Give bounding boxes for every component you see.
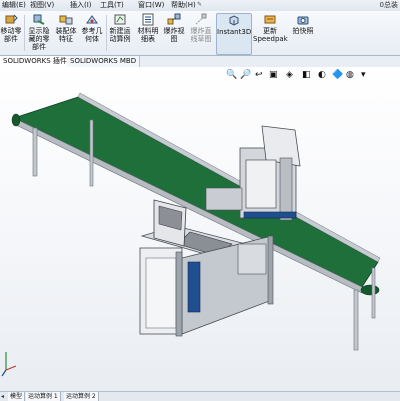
explode-line-sketch-label: 爆炸直线草图 [190, 27, 212, 43]
exploded-view-label: 爆炸视图 [163, 27, 185, 43]
exploded-view-icon [167, 13, 181, 25]
show-hidden-label: 显示隐藏的零部件 [28, 27, 50, 51]
reference-geometry-button[interactable]: 参考几何体 [80, 13, 104, 53]
first-tab-icon[interactable]: ◂ [1, 393, 4, 400]
instant3d-button[interactable]: Instant3D [216, 13, 252, 55]
new-motion-study-icon [114, 14, 126, 25]
document-title: 0总装 [379, 1, 398, 9]
assembly-features-label: 装配体特征 [55, 27, 77, 43]
instant3d-label: Instant3D [217, 28, 252, 36]
conveyor-end-roller [360, 284, 380, 296]
snapshot-button[interactable]: 拍快照 [290, 13, 316, 53]
transfer-mechanism [205, 187, 243, 211]
tab-solidworks-addins[interactable]: SOLIDWORKS 插件 [0, 56, 71, 67]
assembly-features-button[interactable]: 装配体特征 [54, 13, 78, 53]
cabinet-blue-plate [187, 261, 201, 313]
new-motion-study-label: 新建运动算例 [109, 27, 131, 43]
tab-solidworks-mbd[interactable]: SOLIDWORKS MBD [67, 56, 141, 67]
ribbon-separator [24, 15, 25, 51]
cabinet-frame-post [175, 251, 183, 337]
exploded-view-button[interactable]: 爆炸视图 [162, 13, 186, 53]
conveyor-leg [371, 267, 376, 319]
upper-station-column [279, 157, 293, 221]
menu-insert[interactable]: 插入(I) [70, 0, 92, 11]
snapshot-icon [297, 16, 309, 25]
show-hidden-icon [33, 14, 45, 25]
instant3d-icon [229, 15, 239, 26]
bom-icon [142, 13, 154, 26]
conveyor-leg [353, 289, 359, 351]
ribbon-separator [106, 15, 107, 51]
menu-window[interactable]: 窗口(W) [138, 0, 164, 11]
actuator-module [237, 243, 267, 275]
assembly-model [1, 92, 381, 377]
assembly-features-icon [59, 15, 73, 25]
speedpak-icon [264, 15, 276, 24]
conveyor-leg [32, 127, 38, 177]
cabinet-frame-post [267, 235, 274, 305]
bom-label: 材料明细表 [137, 27, 159, 43]
menu-edit[interactable]: 编辑(E) [2, 0, 26, 11]
reference-geometry-icon [86, 15, 98, 24]
coordinate-triad [1, 352, 17, 377]
command-manager: 移动零部件 显示隐藏的零部件 装配体特征 参考几何体 新建运动算例 材料明细表 [0, 11, 400, 56]
menu-view[interactable]: 视图(V) [30, 0, 54, 11]
move-component-button[interactable]: 移动零部件 [0, 13, 22, 53]
conveyor-far-rail [77, 92, 381, 263]
upper-station-blue-base [243, 211, 297, 219]
explode-line-sketch-button[interactable]: 爆炸直线草图 [188, 13, 214, 53]
conveyor-leg [89, 119, 94, 187]
menu-help[interactable]: 帮助(H) [171, 0, 196, 11]
reference-geometry-label: 参考几何体 [81, 27, 103, 43]
move-component-label: 移动零部件 [0, 27, 22, 43]
update-speedpak-button[interactable]: 更新Speedpak [253, 13, 288, 53]
bom-button[interactable]: 材料明细表 [136, 13, 160, 53]
show-hidden-button[interactable]: 显示隐藏的零部件 [27, 13, 51, 53]
new-motion-study-button[interactable]: 新建运动算例 [108, 13, 132, 53]
cabinet-door [145, 257, 177, 329]
update-speedpak-label: 更新Speedpak [253, 27, 288, 43]
snapshot-label: 拍快照 [292, 27, 314, 35]
move-component-icon [5, 14, 18, 24]
upper-station-panel [245, 159, 277, 209]
explode-line-sketch-icon [195, 13, 207, 25]
conveyor-head-roller [11, 113, 21, 127]
menu-tools[interactable]: 工具(T) [100, 0, 124, 11]
pin-icon[interactable]: ✎ [197, 1, 202, 8]
